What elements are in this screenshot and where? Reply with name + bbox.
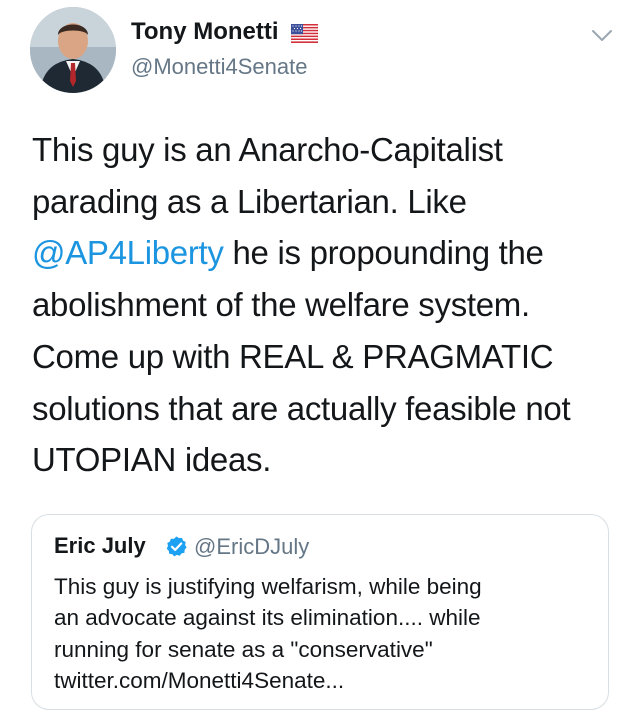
quoted-text-line: an advocate against its elimination.... … xyxy=(54,605,481,631)
mention-link[interactable]: @AP4Liberty xyxy=(32,234,224,271)
tweet-text-line: Come up with REAL & PRAGMATIC xyxy=(32,337,554,375)
quoted-text-line: running for senate as a "conservative" xyxy=(54,636,433,662)
author-avatar[interactable] xyxy=(30,7,116,93)
tweet-text-line: solutions that are actually feasible not xyxy=(32,389,571,427)
tweet-text-line: UTOPIAN ideas. xyxy=(32,441,272,479)
quoted-tweet-card[interactable]: Eric July @EricDJuly This guy is justify… xyxy=(31,514,609,710)
us-flag-icon xyxy=(290,23,319,44)
tweet-text-line: parading as a Libertarian. Like xyxy=(32,182,467,220)
tweet-text-line: This guy is an Anarcho-Capitalist xyxy=(32,131,503,168)
tweet-text-line: abolishment of the welfare system. xyxy=(32,286,530,324)
tweet-text-line: @AP4Liberty he is propounding the xyxy=(32,234,544,272)
chevron-down-icon[interactable] xyxy=(591,29,613,43)
quoted-text-line: twitter.com/Monetti4Senate... xyxy=(54,667,345,693)
author-handle[interactable]: @Monetti4Senate xyxy=(131,54,307,80)
quoted-tweet-text: This guy is justifying welfarism, while … xyxy=(54,571,594,696)
quoted-text-line: This guy is justifying welfarism, while … xyxy=(54,574,482,599)
tweet-text: This guy is an Anarcho-Capitalist paradi… xyxy=(32,124,622,486)
author-name[interactable]: Tony Monetti xyxy=(131,18,279,46)
quoted-author-handle: @EricDJuly xyxy=(194,534,310,559)
quoted-author-name: Eric July xyxy=(54,533,146,558)
verified-badge-icon xyxy=(165,535,188,558)
